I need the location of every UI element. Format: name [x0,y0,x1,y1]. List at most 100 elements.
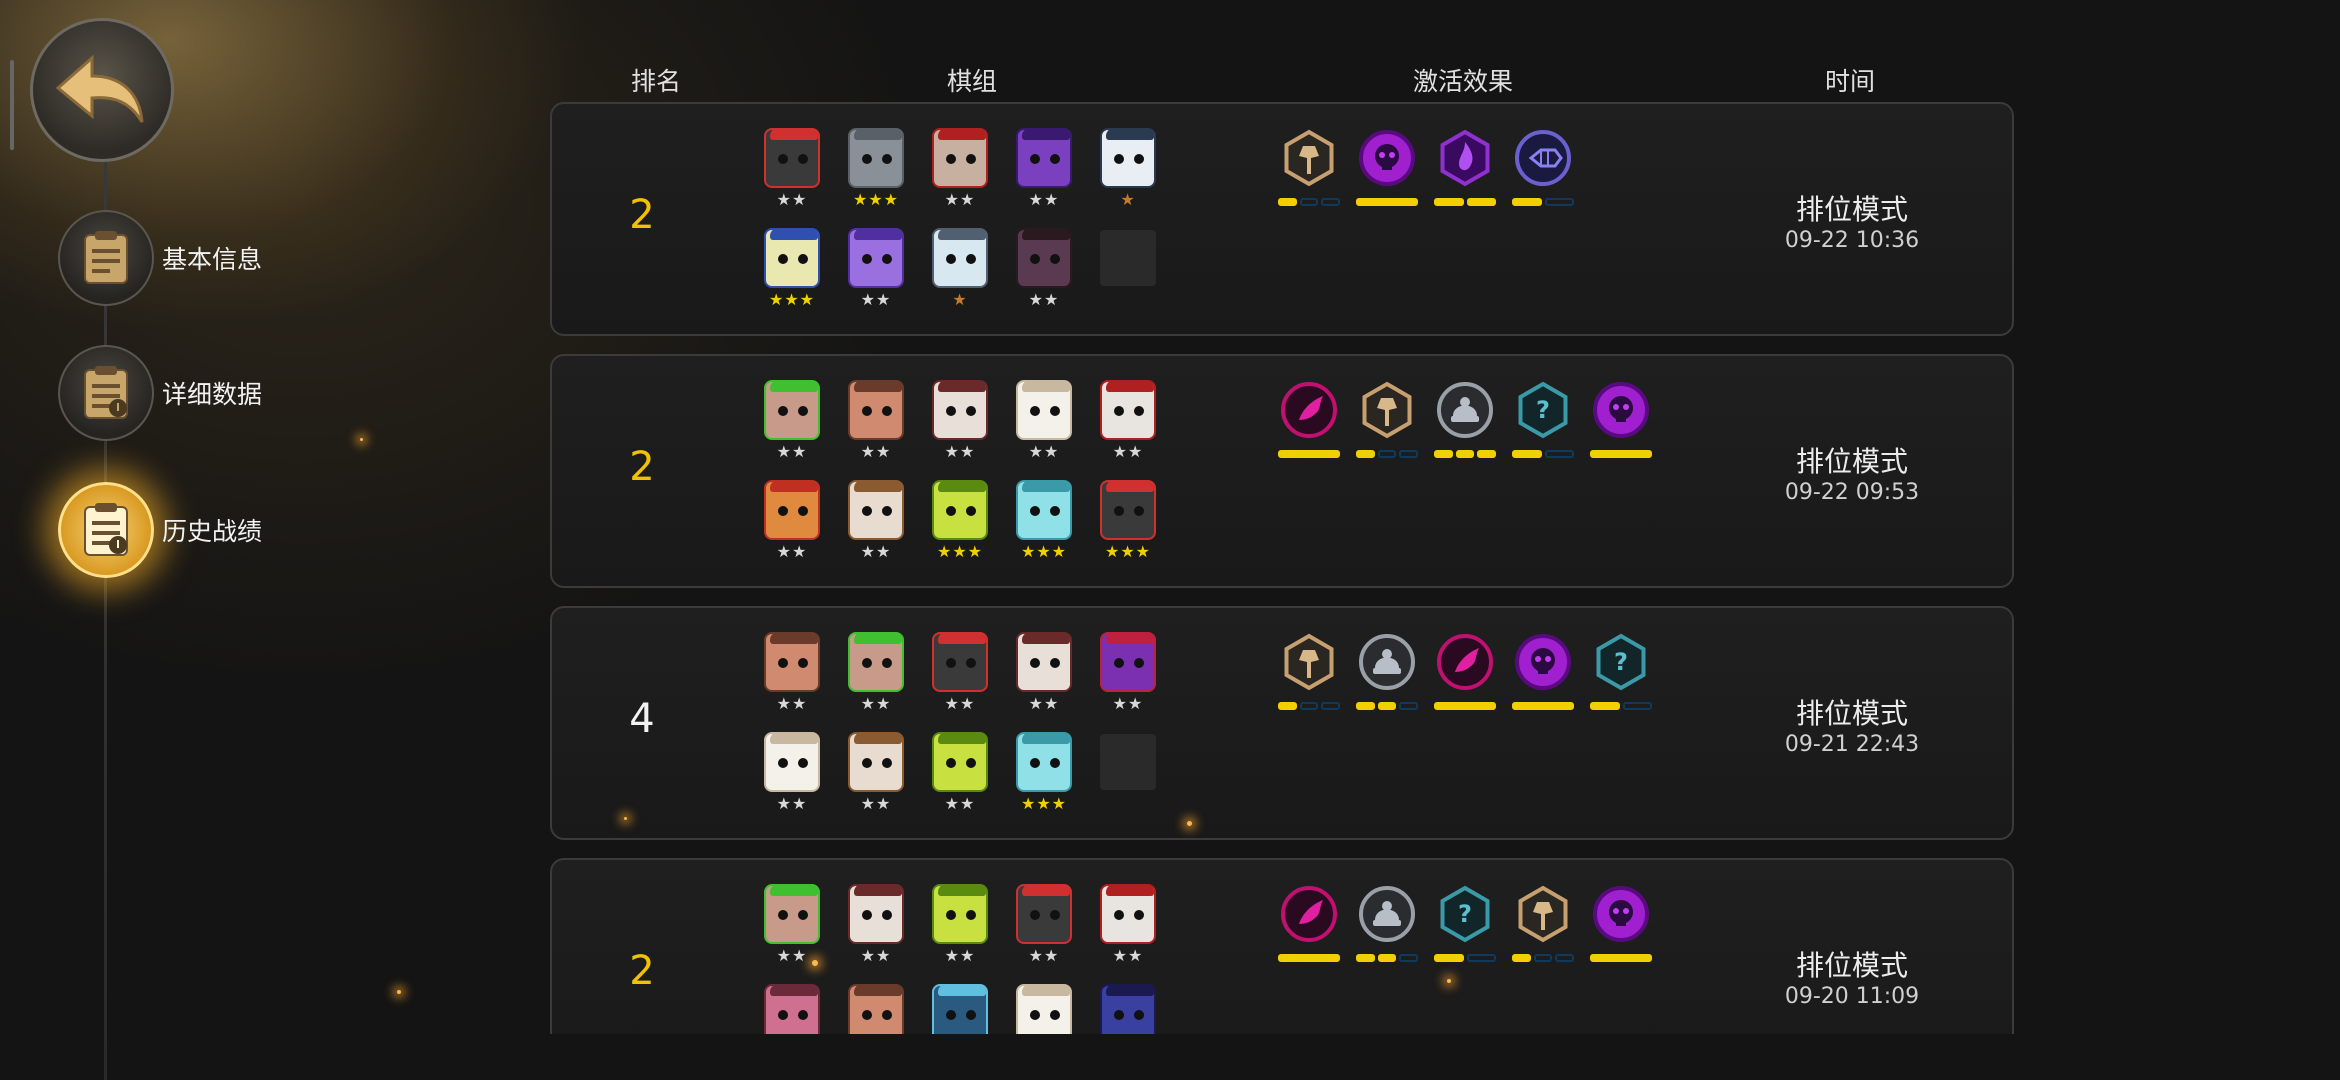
pig-warrior-piece[interactable]: ★★ [762,630,822,726]
match-time: 09-22 10:36 [1784,228,1920,253]
demon-trait-icon[interactable] [1512,632,1574,722]
header-rank: 排名 [630,67,682,96]
axe-trait-icon[interactable] [1278,128,1341,218]
wing-trait-icon[interactable] [1434,632,1496,722]
fish-trait-icon[interactable] [1512,128,1574,218]
white-beast-piece[interactable]: ★★ [1014,630,1074,726]
white-hooded-piece[interactable]: ★ [1098,126,1158,222]
trait-level-bar [1377,702,1397,710]
piece-stars: ★★ [1028,190,1060,209]
back-button[interactable] [30,18,174,162]
hooded-elder-piece[interactable]: ★★ [846,478,906,574]
piece-portrait [764,380,820,440]
hooded-elder-piece[interactable]: ★★ [846,730,906,826]
piece-stars: ★★ [1028,946,1060,965]
dark-masked-piece[interactable]: ★★ [1014,226,1074,322]
sidebar-item-1[interactable]: 基本信息 [58,210,318,310]
red-skull-piece[interactable]: ★★ [1098,378,1158,474]
sidebar-item-3[interactable]: 历史战绩 [58,482,318,582]
trait-level-bar [1455,450,1475,458]
piece-portrait [932,984,988,1034]
white-beast-piece[interactable]: ★★ [846,882,906,978]
trait-level-bars [1434,954,1496,964]
white-beast-piece[interactable]: ★★ [930,378,990,474]
white-sheep-piece[interactable]: ★★ [1014,378,1074,474]
demon-trait-icon[interactable] [1590,884,1652,974]
trait-level-bar [1399,450,1419,458]
wing-trait-icon[interactable] [1278,884,1340,974]
red-hat-girl-piece[interactable]: ★★ [762,478,822,574]
horned-red-piece[interactable]: ★★ [930,126,990,222]
blue-hat-duck-piece[interactable]: ★★★ [762,226,822,322]
piece-portrait [1016,984,1072,1034]
trait-level-bar [1434,702,1496,710]
purple-demon-piece[interactable]: ★★ [1098,630,1158,726]
match-row[interactable]: 2 ★★ ★★★ ★★ ★★ ★ ★★★ ★★ ★ ★★ 排位模式 09-22 10:36 [550,102,2014,336]
piece-portrait [1016,128,1072,188]
piece-portrait [764,480,820,540]
blue-hooded-piece[interactable] [1098,982,1158,1034]
trait-level-bars [1434,198,1496,208]
mystic-trait-icon[interactable]: ? [1434,884,1496,974]
spark-particle [1447,979,1451,983]
piece-stars: ★★★ [1020,794,1068,813]
piece-portrait [764,732,820,792]
red-skull-piece[interactable]: ★★ [1098,882,1158,978]
ice-troll-piece[interactable]: ★★★ [1014,730,1074,826]
axe-trait-icon[interactable] [1278,632,1341,722]
axe-trait-icon[interactable] [1512,884,1575,974]
match-mode: 排位模式 [1795,193,1908,226]
match-history-list[interactable]: 2 ★★ ★★★ ★★ ★★ ★ ★★★ ★★ ★ ★★ 排位模式 09-22 10:36 2 ★★ ★★ ★… [550,100,2016,1034]
match-row[interactable]: 2 ★★ ★★ ★★ ★★ ★★ ★★ ★★ ★★★ ★★★ ★★★? 排位模式 09-22 09:53 [550,354,2014,588]
purple-robot-piece[interactable]: ★★ [846,226,906,322]
header-lineup: 棋组 [946,67,998,96]
piece-portrait [848,128,904,188]
wing-trait-icon[interactable] [1278,380,1340,470]
piece-portrait [1016,632,1072,692]
spark-particle [1187,821,1192,826]
piece-stars: ★★ [776,190,808,209]
green-lizard-piece[interactable]: ★★ [930,730,990,826]
spirit-trait-icon[interactable] [1434,128,1496,218]
green-horn-piece[interactable]: ★★ [762,378,822,474]
blue-robot-piece[interactable] [930,982,990,1034]
green-horn-piece[interactable]: ★★ [846,630,906,726]
purple-hooded-piece[interactable]: ★★ [1014,126,1074,222]
white-sheep-piece[interactable] [1014,982,1074,1034]
red-hat-bearded-piece[interactable]: ★★ [762,126,822,222]
piece-portrait [1016,480,1072,540]
trait-level-bar [1299,198,1319,206]
trait-level-bars [1512,702,1574,712]
trait-level-bar [1512,702,1574,710]
axe-trait-icon[interactable] [1356,380,1419,470]
white-sheep-piece[interactable]: ★★ [762,730,822,826]
warrior-trait-icon[interactable] [1356,632,1419,722]
red-hat-bearded-piece[interactable]: ★★★ [1098,478,1158,574]
piece-stars: ★★ [1028,694,1060,713]
green-lizard-piece[interactable]: ★★ [930,882,990,978]
trait-level-bars [1356,954,1419,964]
piece-portrait [848,228,904,288]
pig-warrior-piece[interactable]: ★★ [846,378,906,474]
match-row[interactable]: 4 ★★ ★★ ★★ ★★ ★★ ★★ ★★ ★★ ★★★? 排位模式 09-21 22:43 [550,606,2014,840]
ice-troll-piece[interactable]: ★★★ [1014,478,1074,574]
warrior-trait-icon[interactable] [1434,380,1497,470]
trait-level-bar [1512,450,1542,458]
red-hat-bearded-piece[interactable]: ★★ [1014,882,1074,978]
sidebar-item-2[interactable]: 详细数据 [58,345,318,445]
demon-trait-icon[interactable] [1590,380,1652,470]
match-row[interactable]: 2 ★★ ★★ ★★ ★★ ★★? 排位模式 09-20 11:09 [550,858,2014,1034]
demon-trait-icon[interactable] [1356,128,1418,218]
empty-slot [1098,730,1158,826]
red-hat-bearded-piece[interactable]: ★★ [930,630,990,726]
egg-piece[interactable]: ★ [930,226,990,322]
warrior-trait-icon[interactable] [1356,884,1419,974]
empty-slot-box [1100,230,1156,286]
pink-ogre-piece[interactable] [762,982,822,1034]
mystic-trait-icon[interactable]: ? [1590,632,1652,722]
gray-knight-piece[interactable]: ★★★ [846,126,906,222]
pig-warrior-piece[interactable] [846,982,906,1034]
mystic-trait-icon[interactable]: ? [1512,380,1574,470]
green-lizard-piece[interactable]: ★★★ [930,478,990,574]
sidebar-item-label: 历史战绩 [162,517,263,546]
